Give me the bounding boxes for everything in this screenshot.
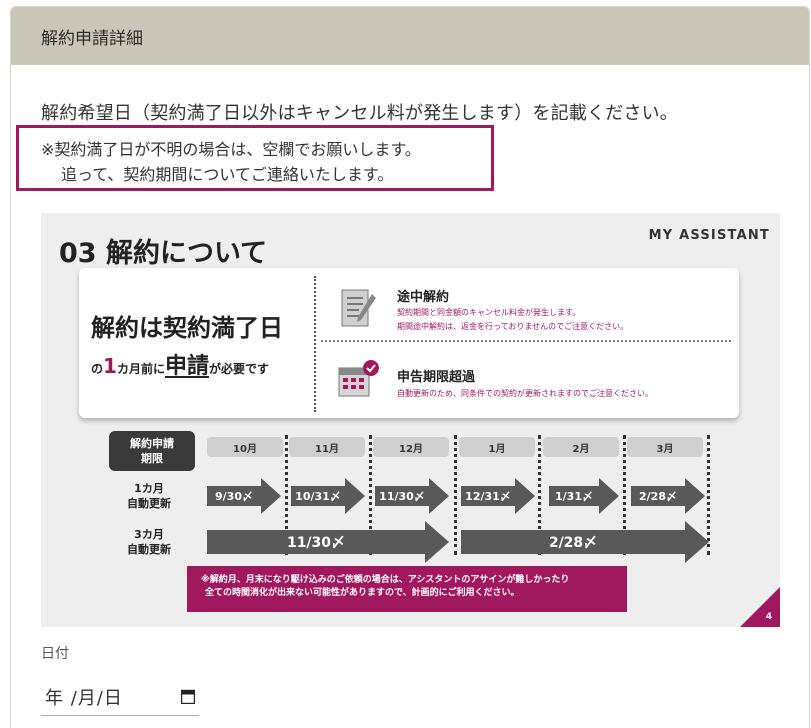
row-3month-label-line-1: 3カ月 [134,528,164,541]
renewal-arrow-label: 12/31〆 [461,486,515,506]
deadline-badge: 解約申請 期限 [109,431,195,471]
early-cancellation-line-2: 期間途中解約は、返金を行っておりませんのでご注意ください。 [397,322,629,331]
rule-subtext-one: 1 [103,354,117,378]
info-divider-vertical [314,276,316,412]
slide-title: 03 解約について [59,238,268,269]
month-divider [454,435,457,555]
renewal-arrow-label: 9/30〆 [207,486,261,506]
info-panel: 解約は契約満了日 の1カ月前に申請が必要です 途中解約 契約期間と同金額のキャン… [79,268,739,418]
main-rule-text: 解約は契約満了日 [91,314,283,342]
renewal-arrow-label: 2/28〆 [631,486,685,506]
calendar-check-icon [338,360,379,397]
renewal-arrow-label: 10/31〆 [291,486,345,506]
rule-subtext: の1カ月前に申請が必要です [91,348,269,380]
deadline-exceeded-title: 申告期限超過 [397,370,476,385]
renewal-arrow-head [685,478,705,514]
month-label: 12月 [373,437,449,457]
card-header: 解約申請詳細 [11,7,809,65]
cancellation-info-image: 03 解約について MY ASSISTANT 解約は契約満了日 の1カ月前に申請… [41,213,780,627]
renewal-arrow-label: 2/28〆 [461,530,685,554]
renewal-arrow-head [425,521,449,563]
warning-footnote: ※解約月、月末になり駆け込みのご依頼の場合は、アシスタントのアサインが難しかった… [187,566,627,612]
footnote-line-2: 全ての時間消化が出来ない可能性がありますので、計画的にご利用ください。 [205,588,520,598]
renewal-arrow-head [599,478,619,514]
footnote-line-1: ※解約月、月末になり駆け込みのご依頼の場合は、アシスタントのアサインが難しかった… [201,575,570,585]
row-1month-label-line-2: 自動更新 [127,497,171,510]
renewal-arrow-head [685,521,709,563]
cancellation-date-description: 解約希望日（契約満了日以外はキャンセル料が発生します）を記載ください。 [41,103,678,124]
month-label: 10月 [207,437,283,457]
deadline-line-1: 解約申請 [130,437,174,450]
renewal-arrow-label: 11/30〆 [207,530,425,554]
deadline-exceeded-line-1: 自動更新のため、同条件での契約が更新されますのでご注意ください。 [397,389,653,398]
rule-subtext-month: カ月前に [116,362,165,376]
notice-line-2: 追って、契約期間についてご連絡いたします。 [61,165,394,184]
notice-box: ※契約満了日が不明の場合は、空欄でお願いします。 追って、契約期間についてご連絡… [16,125,494,191]
page-number: 4 [765,612,772,622]
row-3month-label-line-2: 自動更新 [127,543,171,556]
brand-logo: MY ASSISTANT [648,228,770,243]
early-cancellation-line-1: 契約期間と同金額のキャンセル料金が発生します。 [397,308,581,317]
date-input[interactable]: 年 /月/日 [41,679,199,716]
renewal-arrow-label: 11/30〆 [375,486,429,506]
rule-subtext-apply: 申請 [164,354,209,379]
info-divider-horizontal [321,340,731,342]
month-label: 1月 [459,437,535,457]
notice-line-1: ※契約満了日が不明の場合は、空欄でお願いします。 [41,140,421,159]
date-input-placeholder: 年 /月/日 [45,688,123,709]
cancellation-details-card: 解約申請詳細 解約希望日（契約満了日以外はキャンセル料が発生します）を記載くださ… [10,6,810,728]
row-1month-label-line-1: 1カ月 [134,482,164,495]
renewal-arrow-head [261,478,281,514]
renewal-arrow-head [515,478,535,514]
card-title: 解約申請詳細 [41,28,143,49]
month-label: 11月 [289,437,365,457]
rule-subtext-suffix: が必要です [208,362,269,376]
rule-subtext-prefix: の [91,362,104,376]
renewal-arrow-head [345,478,365,514]
renewal-arrow-label: 1/31〆 [549,486,599,506]
calendar-icon[interactable] [181,689,195,704]
row-1month-label: 1カ月自動更新 [127,481,171,511]
row-3month-label: 3カ月自動更新 [127,527,171,557]
deadline-line-2: 期限 [141,452,163,465]
month-label: 2月 [543,437,619,457]
early-cancellation-title: 途中解約 [397,290,450,305]
page-corner [740,587,780,627]
date-label: 日付 [41,646,69,662]
renewal-arrow-head [429,478,449,514]
month-label: 3月 [627,437,703,457]
document-pen-icon [341,289,376,327]
